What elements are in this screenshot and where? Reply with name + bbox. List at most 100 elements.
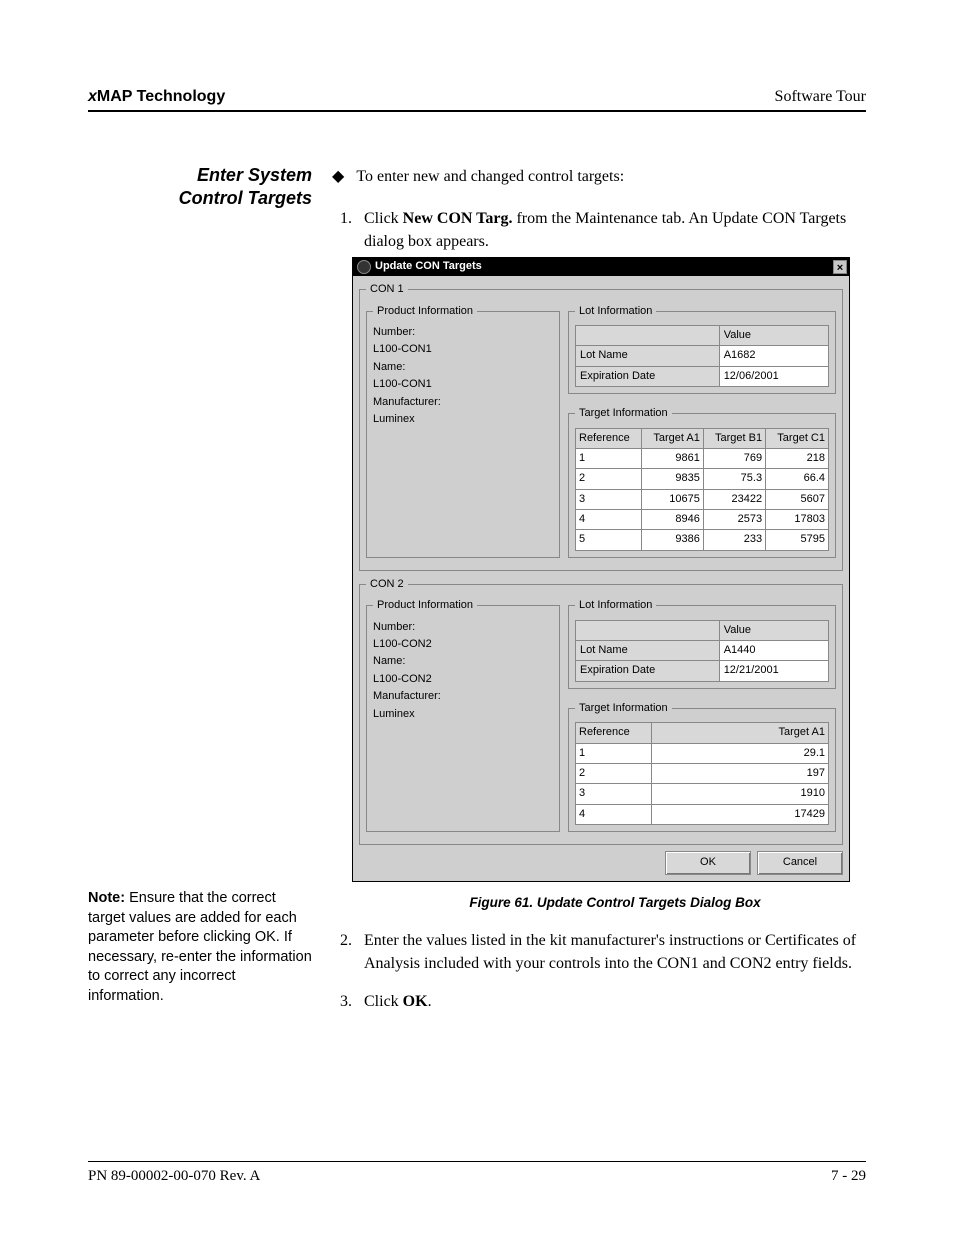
side-column: Enter System Control Targets Note: Ensur…: [88, 166, 332, 1006]
con1-lotname-label: Lot Name: [576, 346, 720, 366]
con1-name-label: Name:: [373, 360, 553, 375]
con2-target-table: Reference Target A1 129.1 2197 31910 417…: [575, 722, 829, 825]
step-3: Click OK.: [356, 991, 866, 1013]
con1-target-info: Target Information Reference Target A1 T…: [568, 406, 836, 558]
con2-legend: CON 2: [366, 577, 408, 592]
con1-name-value: L100-CON1: [373, 377, 553, 392]
con2-product-info: Product Information Number: L100-CON2 Na…: [366, 598, 560, 832]
c2h1: Target A1: [651, 723, 828, 743]
con1-legend: CON 1: [366, 282, 408, 297]
cancel-button[interactable]: Cancel: [757, 851, 843, 874]
note-text: Ensure that the correct target values ar…: [88, 890, 312, 1004]
con1-target-table: Reference Target A1 Target B1 Target C1 …: [575, 428, 829, 551]
con2-lotname-input[interactable]: A1440: [719, 641, 828, 661]
con1-pi-legend: Product Information: [373, 304, 477, 319]
diamond-icon: ◆: [332, 166, 344, 188]
dialog-titlebar: Update CON Targets ×: [353, 258, 849, 276]
tech-prefix: x: [88, 88, 97, 105]
section-title: Software Tour: [775, 88, 866, 106]
con1-lotexp-label: Expiration Date: [576, 366, 720, 386]
footer-left: PN 89-00002-00-070 Rev. A: [88, 1168, 260, 1185]
step1-pre: Click: [364, 210, 403, 227]
con1-tgt-legend: Target Information: [575, 406, 672, 421]
con2-lotexp-input[interactable]: 12/21/2001: [719, 661, 828, 681]
con1-lotexp-input[interactable]: 12/06/2001: [719, 366, 828, 386]
c1h3: Target C1: [766, 428, 829, 448]
dialog-title: Update CON Targets: [375, 259, 833, 274]
con1-right: Lot Information Value: [568, 304, 836, 564]
con2-target-info: Target Information Reference Target A1: [568, 701, 836, 832]
con1-number-label: Number:: [373, 325, 553, 340]
step-2: Enter the values listed in the kit manuf…: [356, 930, 866, 975]
con1-number-value: L100-CON1: [373, 342, 553, 357]
figure-caption: Figure 61. Update Control Targets Dialog…: [364, 894, 866, 913]
con2-tgt-legend: Target Information: [575, 701, 672, 716]
step3-pre: Click: [364, 993, 403, 1010]
con2-fieldset: CON 2 Product Information Number: L100-C…: [359, 577, 843, 845]
con1-lot-table: Value Lot Name A1682: [575, 325, 829, 387]
con1-lotname-input[interactable]: A1682: [719, 346, 828, 366]
con2-lotname-label: Lot Name: [576, 641, 720, 661]
side-heading: Enter System Control Targets: [88, 164, 312, 209]
page-footer: PN 89-00002-00-070 Rev. A 7 - 29: [88, 1161, 866, 1185]
table-row: 31910: [576, 784, 829, 804]
table-row: 417429: [576, 804, 829, 824]
con2-mfr-value: Luminex: [373, 707, 553, 722]
running-head: xMAP Technology Software Tour: [88, 88, 866, 112]
con2-pi-legend: Product Information: [373, 598, 477, 613]
app-icon: [357, 260, 371, 274]
con2-number-value: L100-CON2: [373, 637, 553, 652]
con2-lot-table: Value Lot Name A1440: [575, 620, 829, 682]
page: xMAP Technology Software Tour Enter Syst…: [0, 0, 954, 1235]
side-note: Note: Ensure that the correct target val…: [88, 889, 312, 1006]
con2-lotexp-label: Expiration Date: [576, 661, 720, 681]
table-row: 2197: [576, 763, 829, 783]
ok-button[interactable]: OK: [665, 851, 751, 874]
con2-mfr-label: Manufacturer:: [373, 689, 553, 704]
side-heading-l1: Enter System: [197, 165, 312, 185]
lead-text: To enter new and changed control targets…: [356, 166, 624, 188]
c2h0: Reference: [576, 723, 652, 743]
step3-post: .: [428, 993, 432, 1010]
lead-bullet: ◆ To enter new and changed control targe…: [332, 166, 866, 188]
con1-mfr-label: Manufacturer:: [373, 395, 553, 410]
table-row: 310675234225607: [576, 489, 829, 509]
con2-lot-value-hdr: Value: [719, 620, 828, 640]
tech-text: MAP Technology: [97, 88, 225, 105]
c1h0: Reference: [576, 428, 642, 448]
dialog-body: CON 1 Product Information Number: L100-C…: [353, 276, 849, 880]
con1-grid: Product Information Number: L100-CON1 Na…: [366, 304, 836, 564]
con1-mfr-value: Luminex: [373, 412, 553, 427]
table-row: 48946257317803: [576, 510, 829, 530]
close-icon[interactable]: ×: [833, 260, 847, 274]
table-row: 19861769218: [576, 448, 829, 468]
con1-lot-legend: Lot Information: [575, 304, 656, 319]
step-1: Click New CON Targ. from the Maintenance…: [356, 208, 866, 912]
con2-grid: Product Information Number: L100-CON2 Na…: [366, 598, 836, 838]
footer-right: 7 - 29: [831, 1168, 866, 1185]
step1-bold: New CON Targ.: [403, 210, 513, 227]
table-row: 593862335795: [576, 530, 829, 550]
table-row: 2983575.366.4: [576, 469, 829, 489]
con2-name-label: Name:: [373, 654, 553, 669]
side-heading-l2: Control Targets: [179, 188, 312, 208]
con2-number-label: Number:: [373, 620, 553, 635]
con2-right: Lot Information Value: [568, 598, 836, 838]
step2-text: Enter the values listed in the kit manuf…: [364, 932, 856, 971]
dialog-figure: Update CON Targets × CON 1 Product Info: [352, 257, 866, 881]
blank-hdr: [576, 325, 720, 345]
table-row: 129.1: [576, 743, 829, 763]
tech-title: xMAP Technology: [88, 88, 225, 106]
main-column: ◆ To enter new and changed control targe…: [332, 166, 866, 1030]
con1-lot-info: Lot Information Value: [568, 304, 836, 395]
step3-bold: OK: [403, 993, 428, 1010]
c1h1: Target A1: [642, 428, 703, 448]
con2-lot-info: Lot Information Value: [568, 598, 836, 689]
con2-lot-legend: Lot Information: [575, 598, 656, 613]
con2-name-value: L100-CON2: [373, 672, 553, 687]
con1-fieldset: CON 1 Product Information Number: L100-C…: [359, 282, 843, 571]
dialog-button-row: OK Cancel: [359, 851, 843, 874]
steps-list: Click New CON Targ. from the Maintenance…: [332, 208, 866, 1013]
blank-hdr: [576, 620, 720, 640]
update-con-targets-dialog: Update CON Targets × CON 1 Product Info: [352, 257, 850, 881]
